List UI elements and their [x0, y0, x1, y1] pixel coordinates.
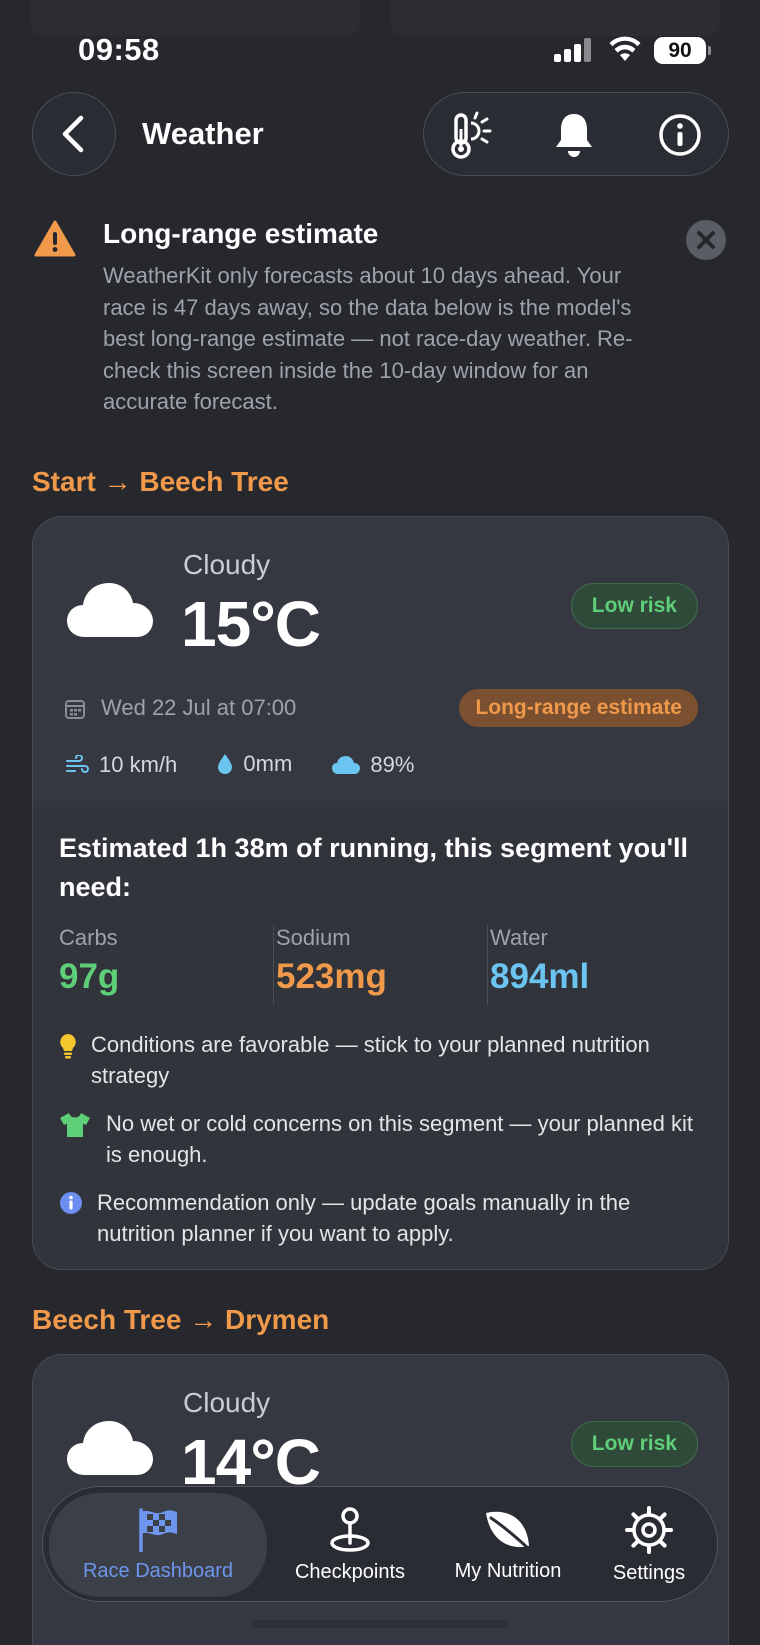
wind-icon	[66, 755, 89, 773]
running-estimate: Estimated 1h 38m of running, this segmen…	[59, 833, 689, 902]
nav-bar: Weather	[0, 92, 760, 178]
precipitation: 0mm	[243, 751, 293, 776]
cloud-cover-icon	[332, 756, 361, 774]
gear-icon	[625, 1505, 673, 1554]
tab-settings[interactable]: Settings	[585, 1487, 713, 1603]
tab-label: Checkpoints	[294, 1560, 406, 1583]
weather-stats: 10 km/h 0mm 89%	[65, 751, 448, 781]
close-icon	[697, 231, 715, 249]
dismiss-alert-button[interactable]	[686, 220, 726, 260]
leaf-icon	[486, 1511, 533, 1552]
sodium-value: 523mg	[276, 957, 387, 996]
forecast-datetime: Wed 22 Jul at 07:00	[101, 695, 297, 720]
temperature: 15°C	[181, 588, 321, 660]
cloud-cover: 89%	[370, 752, 415, 777]
forecast-datetime-row: Wed 22 Jul at 07:00	[65, 695, 296, 721]
tip-text: Conditions are favorable — stick to your…	[91, 1032, 650, 1088]
status-bar: 09:58 90	[0, 0, 760, 90]
water-label: Water	[490, 925, 548, 950]
water-stat: Water 894ml	[487, 925, 687, 1005]
notifications-button[interactable]	[548, 109, 600, 161]
tab-label: Race Dashboard	[82, 1559, 234, 1582]
tip-kit: No wet or cold concerns on this segment …	[59, 1108, 699, 1172]
status-time: 09:58	[78, 32, 160, 67]
info-circle-icon	[659, 114, 701, 156]
header-actions	[423, 92, 729, 176]
risk-badge: Low risk	[570, 583, 698, 629]
bell-icon	[556, 114, 592, 157]
map-pin-icon	[330, 1506, 370, 1552]
nutrition-needs: Carbs 97g Sodium 523mg Water 894ml	[59, 925, 699, 1005]
tip-text: Recommendation only — update goals manua…	[97, 1190, 631, 1246]
tip-nutrition: Conditions are favorable — stick to your…	[59, 1029, 699, 1093]
tab-checkpoints[interactable]: Checkpoints	[269, 1487, 431, 1603]
water-value: 894ml	[490, 957, 590, 996]
tab-label: Settings	[612, 1561, 686, 1584]
raindrop-icon	[218, 754, 233, 774]
estimate-badge: Long-range estimate	[459, 689, 698, 727]
weather-condition: Cloudy	[183, 1387, 271, 1418]
tab-race-dashboard[interactable]: Race Dashboard	[49, 1493, 267, 1597]
info-icon	[60, 1192, 82, 1214]
carbs-value: 97g	[59, 957, 120, 996]
long-range-alert: Long-range estimate WeatherKit only fore…	[0, 216, 760, 416]
segment-card[interactable]: Cloudy 15°C Low risk Wed 22 Jul at 07:00…	[32, 516, 729, 1270]
tab-label: My Nutrition	[454, 1559, 562, 1582]
warning-triangle-icon	[34, 220, 76, 257]
checkered-flag-icon	[139, 1507, 177, 1552]
thermometer-sun-button[interactable]	[444, 109, 496, 161]
sodium-stat: Sodium 523mg	[273, 925, 473, 1005]
segment-heading: Start → Beech Tree	[32, 466, 289, 497]
home-indicator	[250, 1620, 510, 1628]
chevron-left-icon	[62, 115, 84, 153]
tip-text: No wet or cold concerns on this segment …	[106, 1111, 693, 1167]
tab-bar: Race Dashboard Checkpoints My Nutrition …	[42, 1486, 718, 1602]
lightbulb-icon	[60, 1034, 76, 1059]
sodium-label: Sodium	[276, 925, 351, 950]
carbs-label: Carbs	[59, 925, 118, 950]
weather-condition: Cloudy	[183, 549, 271, 580]
carbs-stat: Carbs 97g	[59, 925, 259, 1005]
calendar-icon	[65, 700, 85, 720]
cloud-icon	[67, 583, 153, 637]
tshirt-icon	[60, 1113, 90, 1137]
alert-title: Long-range estimate	[103, 218, 379, 249]
cloud-icon	[67, 1421, 153, 1475]
back-button[interactable]	[32, 92, 116, 176]
thermometer-sun-icon	[451, 111, 492, 159]
wind-speed: 10 km/h	[99, 752, 178, 777]
tip-recommendation: Recommendation only — update goals manua…	[59, 1187, 699, 1251]
alert-body: WeatherKit only forecasts about 10 days …	[103, 263, 633, 414]
cellular-signal-icon	[554, 38, 594, 62]
wifi-icon	[609, 36, 641, 61]
page-title: Weather	[142, 116, 264, 151]
battery-indicator: 90	[654, 37, 711, 64]
segment-heading: Beech Tree → Drymen	[32, 1304, 330, 1335]
info-button[interactable]	[654, 109, 706, 161]
tab-my-nutrition[interactable]: My Nutrition	[433, 1487, 583, 1603]
risk-badge: Low risk	[570, 1421, 698, 1467]
